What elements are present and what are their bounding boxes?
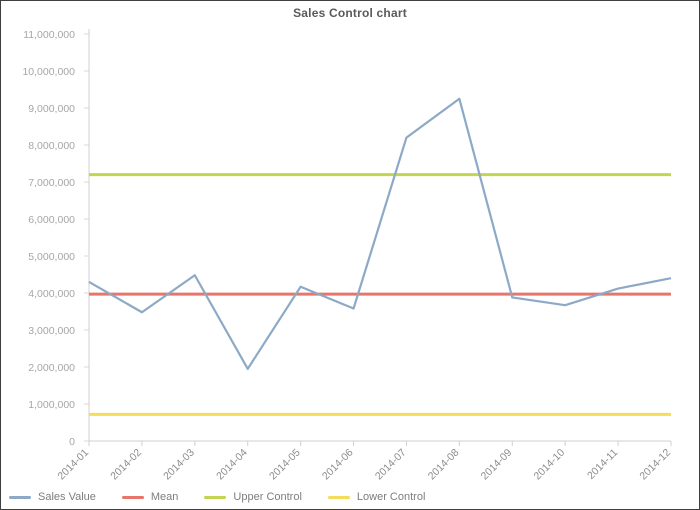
x-axis-tick-label: 2014-11 xyxy=(585,447,620,482)
chart-window: Sales Control chart 11,000,000 10,000,000… xyxy=(0,0,700,510)
legend-swatch-icon xyxy=(121,495,144,499)
legend-item-sales-value[interactable]: Sales Value xyxy=(9,491,96,503)
y-axis-tick-label: 6,000,000 xyxy=(28,214,75,226)
legend-swatch-icon xyxy=(327,495,350,499)
legend-item-lower-control[interactable]: Lower Control xyxy=(327,491,426,503)
y-axis-tick-label: 2,000,000 xyxy=(28,362,75,374)
legend-swatch-icon xyxy=(9,495,31,499)
legend-item-label: Lower Control xyxy=(356,491,426,503)
y-axis: 11,000,000 10,000,000 9,000,000 8,000,000 7,… xyxy=(22,29,89,448)
x-axis-tick-label: 2014-02 xyxy=(108,447,144,483)
y-axis-tick-label: 0 xyxy=(69,436,75,448)
y-axis-tick-label: 7,000,000 xyxy=(28,177,75,189)
y-axis-tick-label: 11,000,000 xyxy=(23,29,75,41)
y-axis-tick-label: 1,000,000 xyxy=(28,399,75,411)
y-axis-tick-label: 8,000,000 xyxy=(28,140,75,152)
x-axis-tick-label: 2014-12 xyxy=(637,447,673,483)
legend-item-label: Upper Control xyxy=(233,491,302,503)
x-axis-tick-label: 2014-10 xyxy=(532,447,568,483)
x-axis-tick-label: 2014-08 xyxy=(426,447,462,483)
x-axis-tick-label: 2014-06 xyxy=(320,447,356,483)
legend-item-label: Mean xyxy=(150,491,179,503)
axis-lines xyxy=(88,29,671,442)
legend-item-mean[interactable]: Mean xyxy=(121,491,179,503)
series-line-sales-value xyxy=(88,97,672,370)
legend-swatch-icon xyxy=(204,495,227,499)
plot-area: 11,000,000 10,000,000 9,000,000 8,000,000 7,… xyxy=(1,1,699,509)
x-axis-tick-label: 2014-03 xyxy=(161,447,197,483)
x-axis-tick-label: 2014-04 xyxy=(214,447,250,483)
y-axis-tick-label: 5,000,000 xyxy=(28,251,75,263)
chart-legend: Sales Value Mean Upper Control Lower Contro… xyxy=(1,491,699,503)
x-axis-tick-label: 2014-07 xyxy=(373,447,409,483)
legend-item-upper-control[interactable]: Upper Control xyxy=(204,491,302,503)
line-chart: 11,000,000 10,000,000 9,000,000 8,000,000 7,… xyxy=(22,29,673,482)
x-axis-tick-label: 2014-01 xyxy=(55,447,91,483)
y-axis-tick-label: 4,000,000 xyxy=(28,288,75,300)
legend-item-label: Sales Value xyxy=(38,491,96,503)
data-series-group xyxy=(88,97,672,416)
y-axis-tick-label: 10,000,000 xyxy=(22,66,75,78)
x-axis: 2014-01 2014-02 2014-03 2014-04 2014-05 2014-… xyxy=(55,441,673,482)
x-axis-tick-label: 2014-05 xyxy=(267,447,303,483)
y-axis-tick-label: 3,000,000 xyxy=(28,325,75,337)
x-axis-tick-label: 2014-09 xyxy=(479,447,515,483)
y-axis-tick-label: 9,000,000 xyxy=(28,103,75,115)
